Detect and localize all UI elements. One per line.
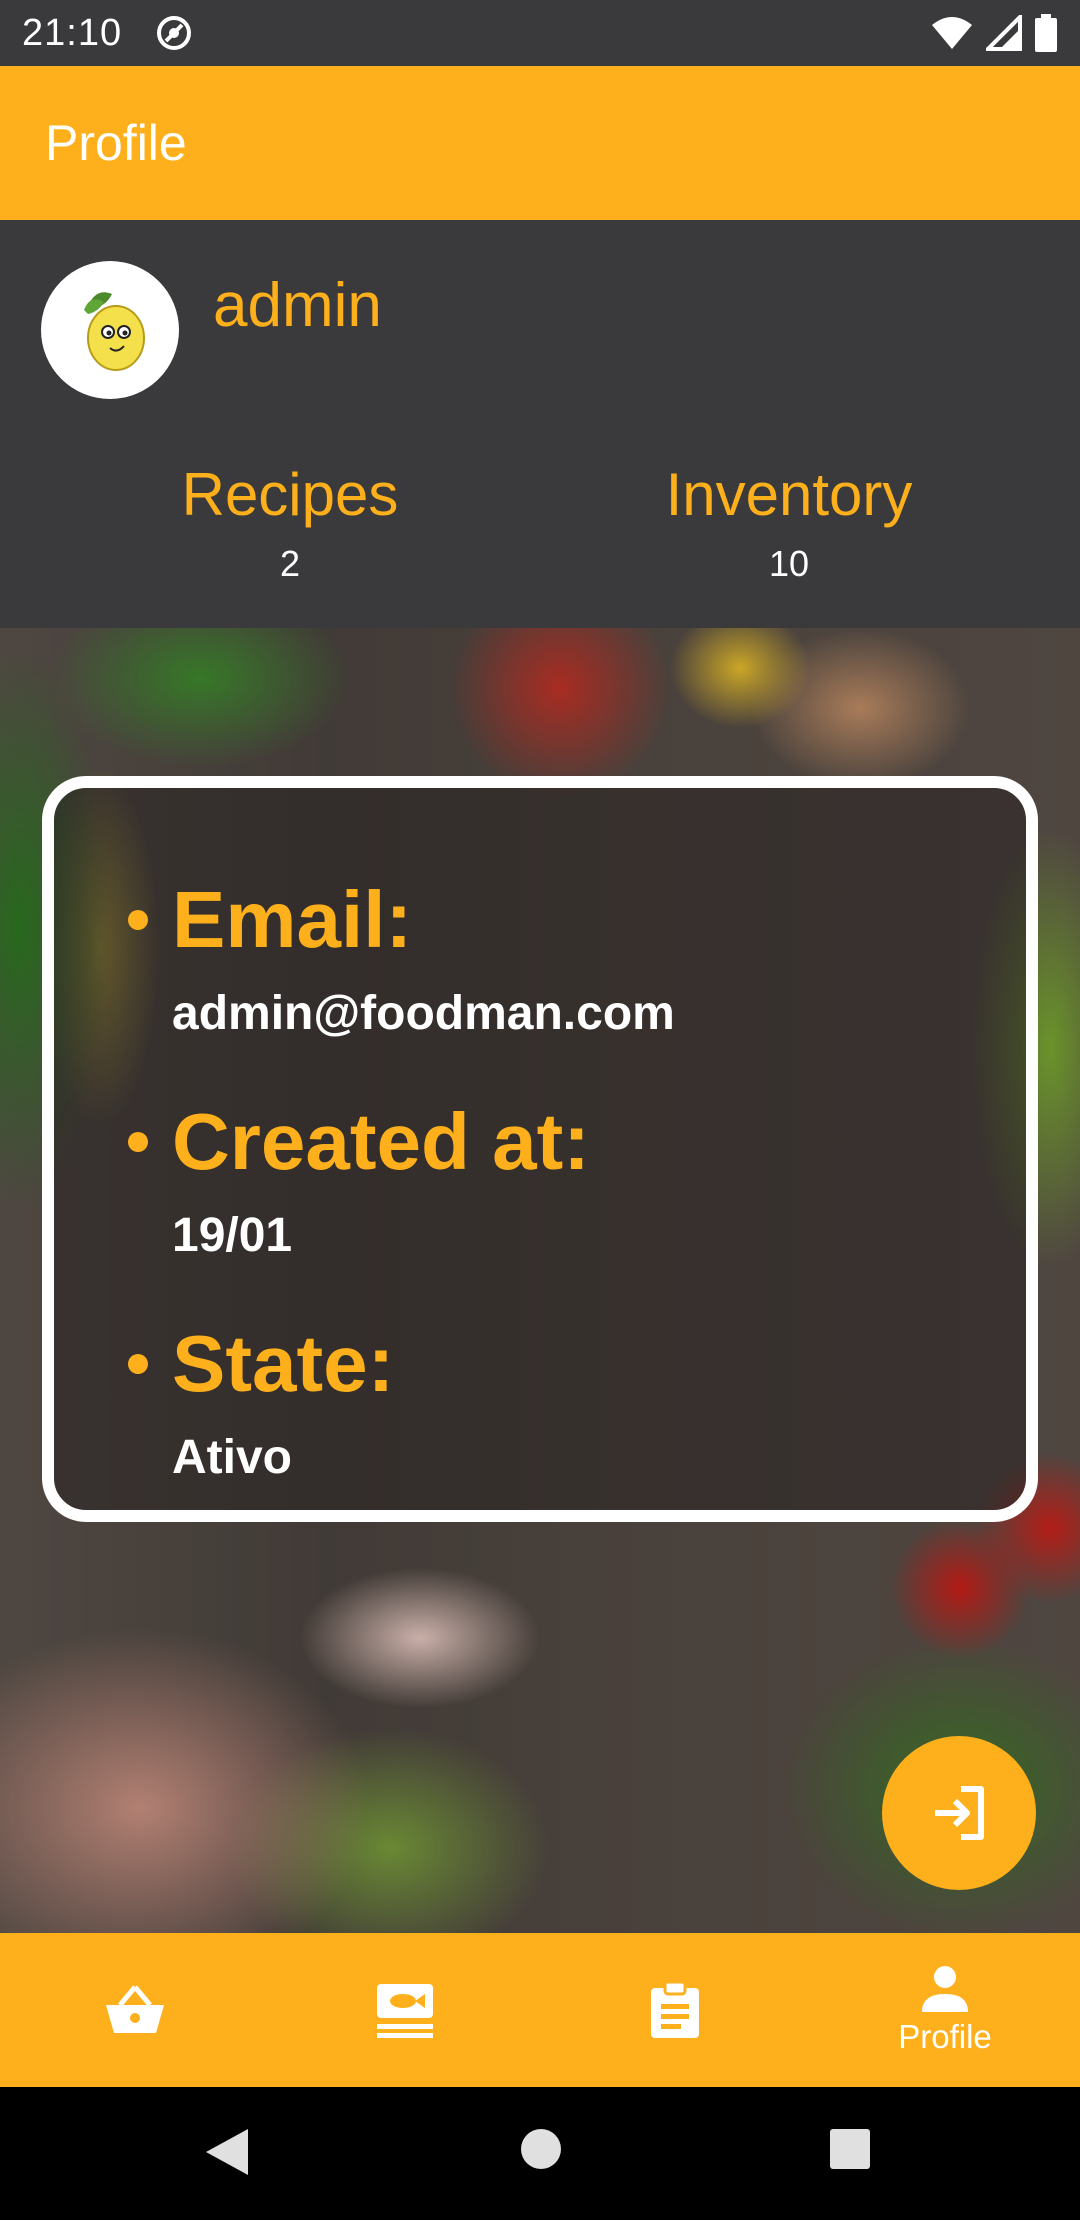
wifi-icon [932,17,972,49]
stat-recipes-label: Recipes [181,461,399,528]
nav-item-recipes[interactable] [270,1933,540,2087]
info-created-at: Created at: 19/01 [128,1097,590,1263]
email-label: Email: [172,875,413,964]
battery-icon [1035,14,1057,52]
stat-recipes-value: 2 [279,543,301,584]
sync-icon [157,16,192,50]
person-icon [922,1966,968,2012]
basket-icon [106,1985,164,2033]
app-bar: Profile [0,66,1080,220]
lemon-logo-icon [84,292,145,371]
profile-header: admin Recipes 2 Inventory 10 [0,220,1080,628]
stat-inventory-value: 10 [768,543,810,584]
state-label-row: State: [128,1319,395,1408]
profile-info-card: Email: admin@foodman.com Created at: 19/… [42,776,1038,1522]
state-label: State: [172,1319,395,1408]
app-bar-title: Profile [45,115,187,171]
bullet-icon [128,910,148,930]
bottom-navigation: Profile [0,1933,1080,2087]
email-label-row: Email: [128,875,675,964]
stat-recipes[interactable]: Recipes 2 [90,460,490,585]
state-value: Ativo [172,1431,292,1484]
recents-icon[interactable] [828,2127,872,2171]
back-icon[interactable] [204,2127,250,2177]
nav-item-inventory[interactable] [540,1933,810,2087]
signal-icon [986,15,1022,51]
login-fab-button[interactable] [882,1736,1036,1890]
status-time: 21:10 [22,11,123,54]
fish-menu-icon [377,1984,433,2038]
created-label-row: Created at: [128,1097,590,1186]
info-state: State: Ativo [128,1319,395,1485]
system-navigation-bar [0,2087,1080,2220]
avatar[interactable] [41,261,179,399]
nav-item-basket[interactable] [0,1933,270,2087]
stat-inventory-label: Inventory [665,461,913,528]
nav-item-profile-label: Profile [898,2018,992,2055]
nav-item-profile[interactable]: Profile [810,1933,1080,2087]
email-value: admin@foodman.com [172,987,675,1040]
bullet-icon [128,1132,148,1152]
login-icon [935,1786,984,1840]
profile-screen: 21:10 Profile admin Recipes 2 Inventory … [0,0,1080,2220]
username: admin [213,271,382,340]
bullet-icon [128,1354,148,1374]
status-bar: 21:10 [0,0,1080,66]
info-email: Email: admin@foodman.com [128,875,675,1041]
created-label: Created at: [172,1097,590,1186]
clipboard-icon [651,1980,699,2038]
stat-inventory[interactable]: Inventory 10 [589,460,989,585]
created-value: 19/01 [172,1209,293,1262]
home-icon[interactable] [519,2127,563,2171]
status-icons [930,14,1058,52]
